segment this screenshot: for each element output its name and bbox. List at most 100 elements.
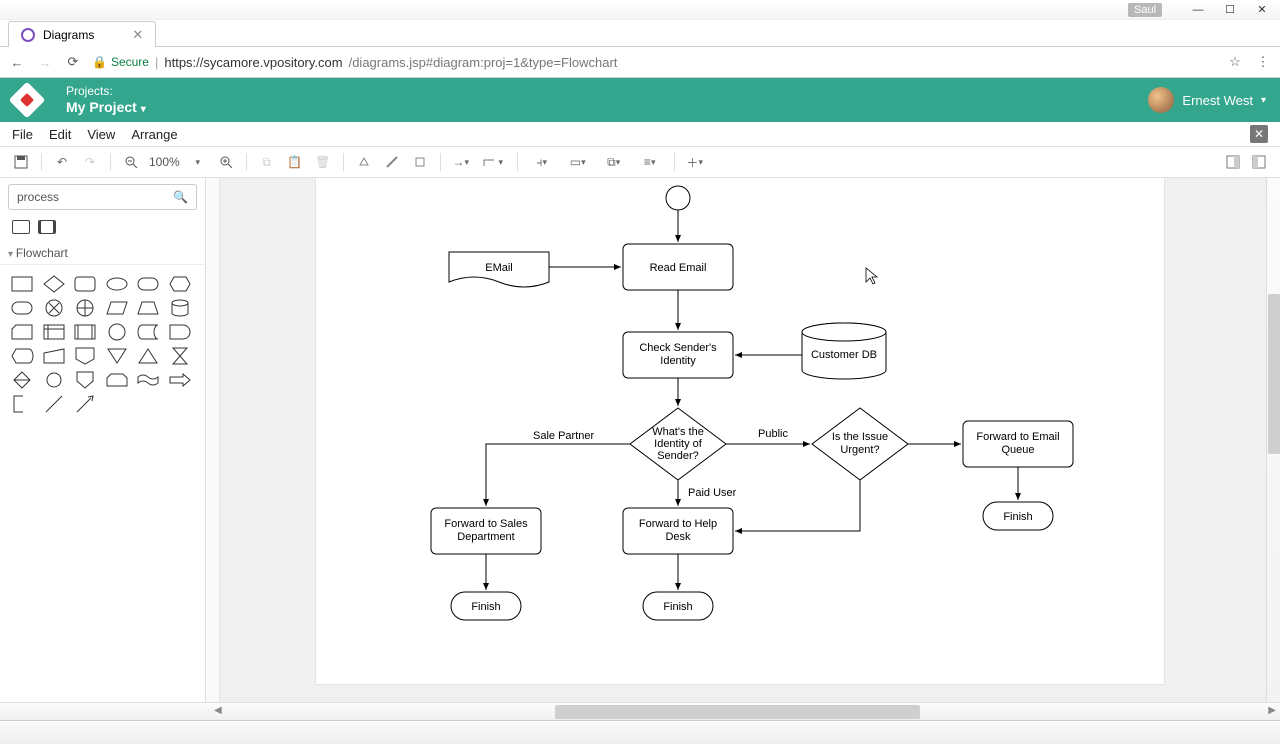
menu-edit[interactable]: Edit — [49, 127, 71, 142]
align-icon[interactable]: ⫞ ▾ — [525, 150, 559, 174]
shape-manual-input[interactable] — [42, 347, 66, 365]
shape-process[interactable] — [12, 220, 30, 234]
shape-rect[interactable] — [10, 275, 34, 293]
browser-tab[interactable]: Diagrams ✕ — [8, 21, 156, 47]
close-diagram-button[interactable]: ✕ — [1250, 125, 1268, 143]
shape-capsule[interactable] — [10, 299, 34, 317]
shape-arrow-line[interactable] — [73, 395, 97, 413]
shape-card[interactable] — [10, 323, 34, 341]
node-finish-email[interactable]: Finish — [983, 502, 1053, 530]
menu-file[interactable]: File — [12, 127, 33, 142]
url-field[interactable]: 🔒 Secure | https://sycamore.vpository.co… — [92, 50, 1216, 74]
shape-offpage[interactable] — [73, 347, 97, 365]
bookmark-star-icon[interactable]: ☆ — [1226, 53, 1244, 71]
node-fwd-sales[interactable]: Forward to Sales Department — [431, 508, 541, 554]
shape-triangle-down[interactable] — [105, 347, 129, 365]
user-menu[interactable]: Ernest West ▾ — [1148, 87, 1266, 113]
window-minimize-button[interactable]: ― — [1182, 1, 1214, 19]
connector-elbow-icon[interactable]: ▾ — [476, 150, 510, 174]
shape-circle-x[interactable] — [42, 299, 66, 317]
chevron-down-icon: ▾ — [141, 104, 146, 115]
zoom-dropdown-icon[interactable]: ▾ — [185, 150, 211, 174]
shape-loop-limit[interactable] — [105, 371, 129, 389]
shape-delay[interactable] — [168, 323, 192, 341]
shape-parallelogram[interactable] — [105, 299, 129, 317]
undo-icon[interactable]: ↶ — [49, 150, 75, 174]
shape-hourglass[interactable] — [168, 347, 192, 365]
shape-circle[interactable] — [105, 323, 129, 341]
shape-stored-data[interactable] — [136, 323, 160, 341]
shape-shield[interactable] — [73, 371, 97, 389]
canvas[interactable]: EMail Read Email Check Sender's Identity — [206, 178, 1280, 702]
browser-menu-icon[interactable]: ⋮ — [1254, 53, 1272, 71]
shape-search-input[interactable]: process 🔍 — [8, 184, 197, 210]
distribute-icon[interactable]: ▭ ▾ — [561, 150, 595, 174]
horizontal-scroll-thumb[interactable] — [555, 705, 920, 719]
reload-button[interactable]: ⟳ — [64, 53, 82, 71]
palette-section-flowchart[interactable]: Flowchart — [0, 242, 205, 265]
node-finish-help[interactable]: Finish — [643, 592, 713, 620]
zoom-in-icon[interactable] — [213, 150, 239, 174]
node-decision-urgent[interactable]: Is the Issue Urgent? — [812, 408, 908, 480]
node-fwd-email-queue[interactable]: Forward to Email Queue — [963, 421, 1073, 467]
format-panel-icon[interactable] — [1220, 150, 1246, 174]
node-customer-db[interactable]: Customer DB — [802, 323, 886, 379]
shape-subprocess[interactable] — [38, 220, 56, 234]
back-button[interactable]: ← — [8, 53, 26, 71]
shape-cylinder[interactable] — [168, 299, 192, 317]
shape-annotation[interactable] — [10, 395, 34, 413]
order-icon[interactable]: ≡ ▾ — [633, 150, 667, 174]
save-icon[interactable] — [8, 150, 34, 174]
project-selector[interactable]: Projects: My Project ▾ — [66, 85, 146, 115]
shape-connector-circle[interactable] — [42, 371, 66, 389]
node-finish-sales[interactable]: Finish — [451, 592, 521, 620]
line-color-icon[interactable] — [379, 150, 405, 174]
shape-tape[interactable] — [136, 371, 160, 389]
node-check-sender[interactable]: Check Sender's Identity — [623, 332, 733, 378]
menu-view[interactable]: View — [87, 127, 115, 142]
group-icon[interactable]: ⧉ ▾ — [597, 150, 631, 174]
menu-arrange[interactable]: Arrange — [131, 127, 177, 142]
shape-diamond[interactable] — [42, 275, 66, 293]
shape-terminator[interactable] — [136, 275, 160, 293]
shadow-icon[interactable] — [407, 150, 433, 174]
window-maximize-button[interactable]: ☐ — [1214, 1, 1246, 19]
scroll-right-arrow-icon[interactable]: ▶ — [1268, 705, 1276, 716]
svg-text:Forward to Sales: Forward to Sales — [444, 518, 528, 530]
shape-rounded[interactable] — [73, 275, 97, 293]
shape-hexagon[interactable] — [168, 275, 192, 293]
connector-straight-icon[interactable]: → ▾ — [448, 150, 474, 174]
shape-display[interactable] — [10, 347, 34, 365]
zoom-level[interactable]: 100% — [146, 155, 183, 169]
node-fwd-help[interactable]: Forward to Help Desk — [623, 508, 733, 554]
fill-color-icon[interactable] — [351, 150, 377, 174]
window-close-button[interactable]: ✕ — [1246, 1, 1278, 19]
app-logo[interactable] — [9, 82, 46, 119]
shape-arrow[interactable] — [168, 371, 192, 389]
shape-circle-plus[interactable] — [73, 299, 97, 317]
tab-close-icon[interactable]: ✕ — [132, 27, 143, 43]
vertical-scroll-thumb[interactable] — [1268, 294, 1280, 454]
svg-text:Forward to Email: Forward to Email — [976, 431, 1059, 443]
outline-panel-icon[interactable] — [1246, 150, 1272, 174]
node-start[interactable] — [666, 186, 690, 210]
edge-label-public: Public — [758, 428, 788, 440]
diagram-paper[interactable]: EMail Read Email Check Sender's Identity — [316, 178, 1164, 684]
shape-line[interactable] — [42, 395, 66, 413]
zoom-out-icon[interactable] — [118, 150, 144, 174]
shape-internal[interactable] — [42, 323, 66, 341]
add-icon[interactable]: ＋ ▾ — [682, 150, 708, 174]
forward-button: → — [36, 53, 54, 71]
scroll-left-arrow-icon[interactable]: ◀ — [214, 705, 222, 716]
shape-predefined[interactable] — [73, 323, 97, 341]
shape-trapezoid[interactable] — [136, 299, 160, 317]
node-read-email[interactable]: Read Email — [623, 244, 733, 290]
shape-triangle-up[interactable] — [136, 347, 160, 365]
shape-sort[interactable] — [10, 371, 34, 389]
shape-ellipse[interactable] — [105, 275, 129, 293]
node-decision-identity[interactable]: What's the Identity of Sender? — [630, 408, 726, 480]
vertical-scrollbar[interactable] — [1266, 178, 1280, 702]
horizontal-scrollbar[interactable]: ◀ ▶ — [0, 702, 1280, 720]
node-email-doc[interactable]: EMail — [449, 252, 549, 287]
svg-text:Finish: Finish — [663, 601, 692, 613]
